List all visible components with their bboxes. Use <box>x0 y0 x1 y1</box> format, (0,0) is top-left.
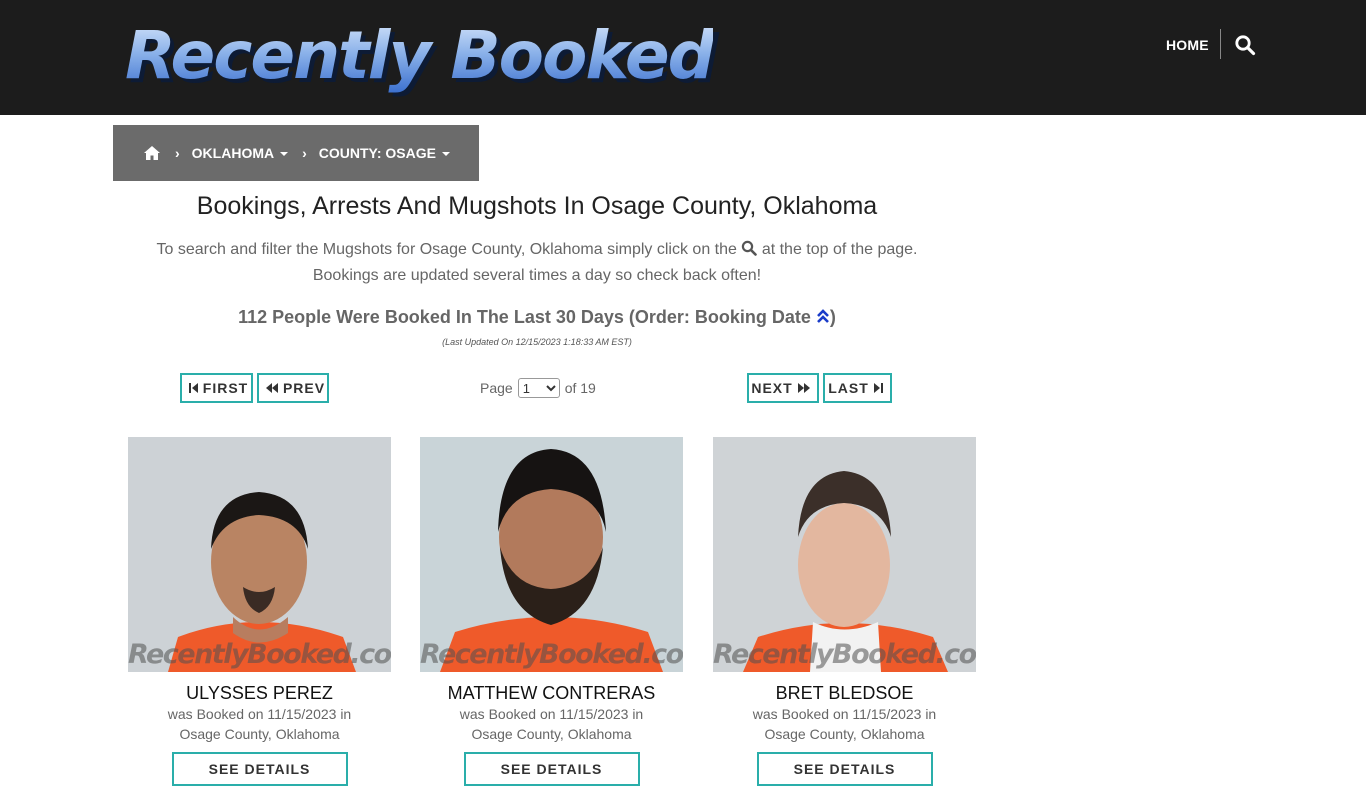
last-page-label: LAST <box>828 380 869 396</box>
inmate-name[interactable]: MATTHEW CONTRERAS <box>420 682 683 704</box>
booking-card: RecentlyBooked.com MATTHEW CONTRERAS was… <box>420 437 683 786</box>
breadcrumb-county-label: COUNTY: OSAGE <box>318 145 436 161</box>
booked-location: Osage County, Oklahoma <box>179 726 340 742</box>
rewind-icon <box>265 383 278 393</box>
watermark: RecentlyBooked.com <box>713 639 976 670</box>
site-logo[interactable]: Recently Booked <box>125 18 715 94</box>
mugshot-photo[interactable]: RecentlyBooked.com <box>420 437 683 672</box>
intro-text-part2: at the top of the page. <box>761 241 918 258</box>
breadcrumb-county-dropdown[interactable]: COUNTY: OSAGE <box>319 145 450 161</box>
chevron-right-icon: › <box>175 145 180 161</box>
prev-page-label: PREV <box>282 380 326 396</box>
booked-date: was Booked on 11/15/2023 in <box>752 706 937 722</box>
see-details-button[interactable]: SEE DETAILS <box>463 752 640 786</box>
caret-down-icon <box>441 152 450 157</box>
intro-text: To search and filter the Mugshots for Os… <box>113 237 961 289</box>
booked-location: Osage County, Oklahoma <box>764 726 925 742</box>
inmate-name[interactable]: ULYSSES PEREZ <box>128 682 391 704</box>
inmate-name[interactable]: BRET BLEDSOE <box>713 682 976 704</box>
page-select[interactable]: 1 <box>517 378 560 398</box>
nav-home-link[interactable]: HOME <box>1166 36 1209 54</box>
breadcrumb: › OKLAHOMA › COUNTY: OSAGE <box>113 125 479 181</box>
search-icon[interactable] <box>1234 34 1256 56</box>
booked-date: was Booked on 11/15/2023 in <box>167 706 352 722</box>
caret-down-icon <box>280 152 289 157</box>
chevron-right-icon: › <box>302 145 307 161</box>
page-title: Bookings, Arrests And Mugshots In Osage … <box>196 192 878 220</box>
page-label: Page <box>480 380 513 396</box>
mugshot-photo[interactable]: RecentlyBooked.com <box>128 437 391 672</box>
booking-card: RecentlyBooked.com ULYSSES PEREZ was Boo… <box>128 437 391 786</box>
intro-text-part1: To search and filter the Mugshots for Os… <box>156 241 737 258</box>
breadcrumb-state-label: OKLAHOMA <box>191 145 275 161</box>
see-details-button[interactable]: SEE DETAILS <box>756 752 933 786</box>
sort-order-icon[interactable] <box>816 306 830 323</box>
skip-back-icon <box>188 383 198 393</box>
watermark: RecentlyBooked.com <box>420 639 683 670</box>
last-page-button[interactable]: LAST <box>823 373 892 403</box>
mugshot-photo[interactable]: RecentlyBooked.com <box>713 437 976 672</box>
skip-forward-icon <box>873 383 883 393</box>
breadcrumb-state-dropdown[interactable]: OKLAHOMA <box>191 145 289 161</box>
site-header: Recently Booked Recently Booked HOME <box>0 0 1366 115</box>
booking-count-text: 112 People Were Booked In The Last 30 Da… <box>238 307 811 327</box>
intro-text-line2: Bookings are updated several times a day… <box>312 267 762 284</box>
booking-card: RecentlyBooked.com BRET BLEDSOE was Book… <box>713 437 976 786</box>
booked-date: was Booked on 11/15/2023 in <box>459 706 644 722</box>
next-page-label: NEXT <box>751 380 793 396</box>
watermark: RecentlyBooked.com <box>128 639 391 670</box>
next-page-button[interactable]: NEXT <box>747 373 819 403</box>
nav-divider <box>1220 29 1221 59</box>
search-icon <box>741 239 758 256</box>
booking-count: 112 People Were Booked In The Last 30 Da… <box>113 305 961 329</box>
page-total: of 19 <box>564 380 596 396</box>
first-page-button[interactable]: FIRST <box>180 373 253 403</box>
last-updated: (Last Updated On 12/15/2023 1:18:33 AM E… <box>442 337 632 347</box>
home-icon[interactable] <box>143 145 161 161</box>
see-details-button[interactable]: SEE DETAILS <box>171 752 348 786</box>
first-page-label: FIRST <box>202 380 249 396</box>
prev-page-button[interactable]: PREV <box>257 373 329 403</box>
fast-forward-icon <box>797 383 810 393</box>
booking-count-close: ) <box>829 307 836 327</box>
booked-location: Osage County, Oklahoma <box>471 726 632 742</box>
page-selector: Page 1 of 19 <box>480 378 596 398</box>
